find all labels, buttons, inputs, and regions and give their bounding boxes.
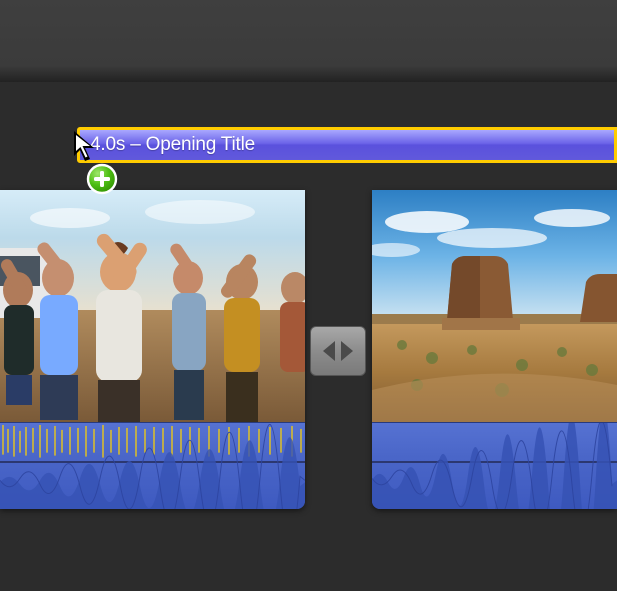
transition-cross-dissolve[interactable] <box>310 326 366 376</box>
title-overlay-clip[interactable]: 4.0s – Opening Title <box>77 127 617 163</box>
timeline-clip[interactable] <box>0 190 305 509</box>
clip-thumbnail <box>0 190 305 422</box>
timeline-clip[interactable] <box>372 190 617 509</box>
cross-dissolve-icon <box>321 337 355 365</box>
toolbar-area <box>0 0 617 82</box>
title-overlay-label: 4.0s – Opening Title <box>90 134 255 156</box>
clip-audio-track[interactable] <box>372 422 617 509</box>
clip-thumbnail <box>372 190 617 422</box>
clip-audio-track[interactable] <box>0 422 305 509</box>
